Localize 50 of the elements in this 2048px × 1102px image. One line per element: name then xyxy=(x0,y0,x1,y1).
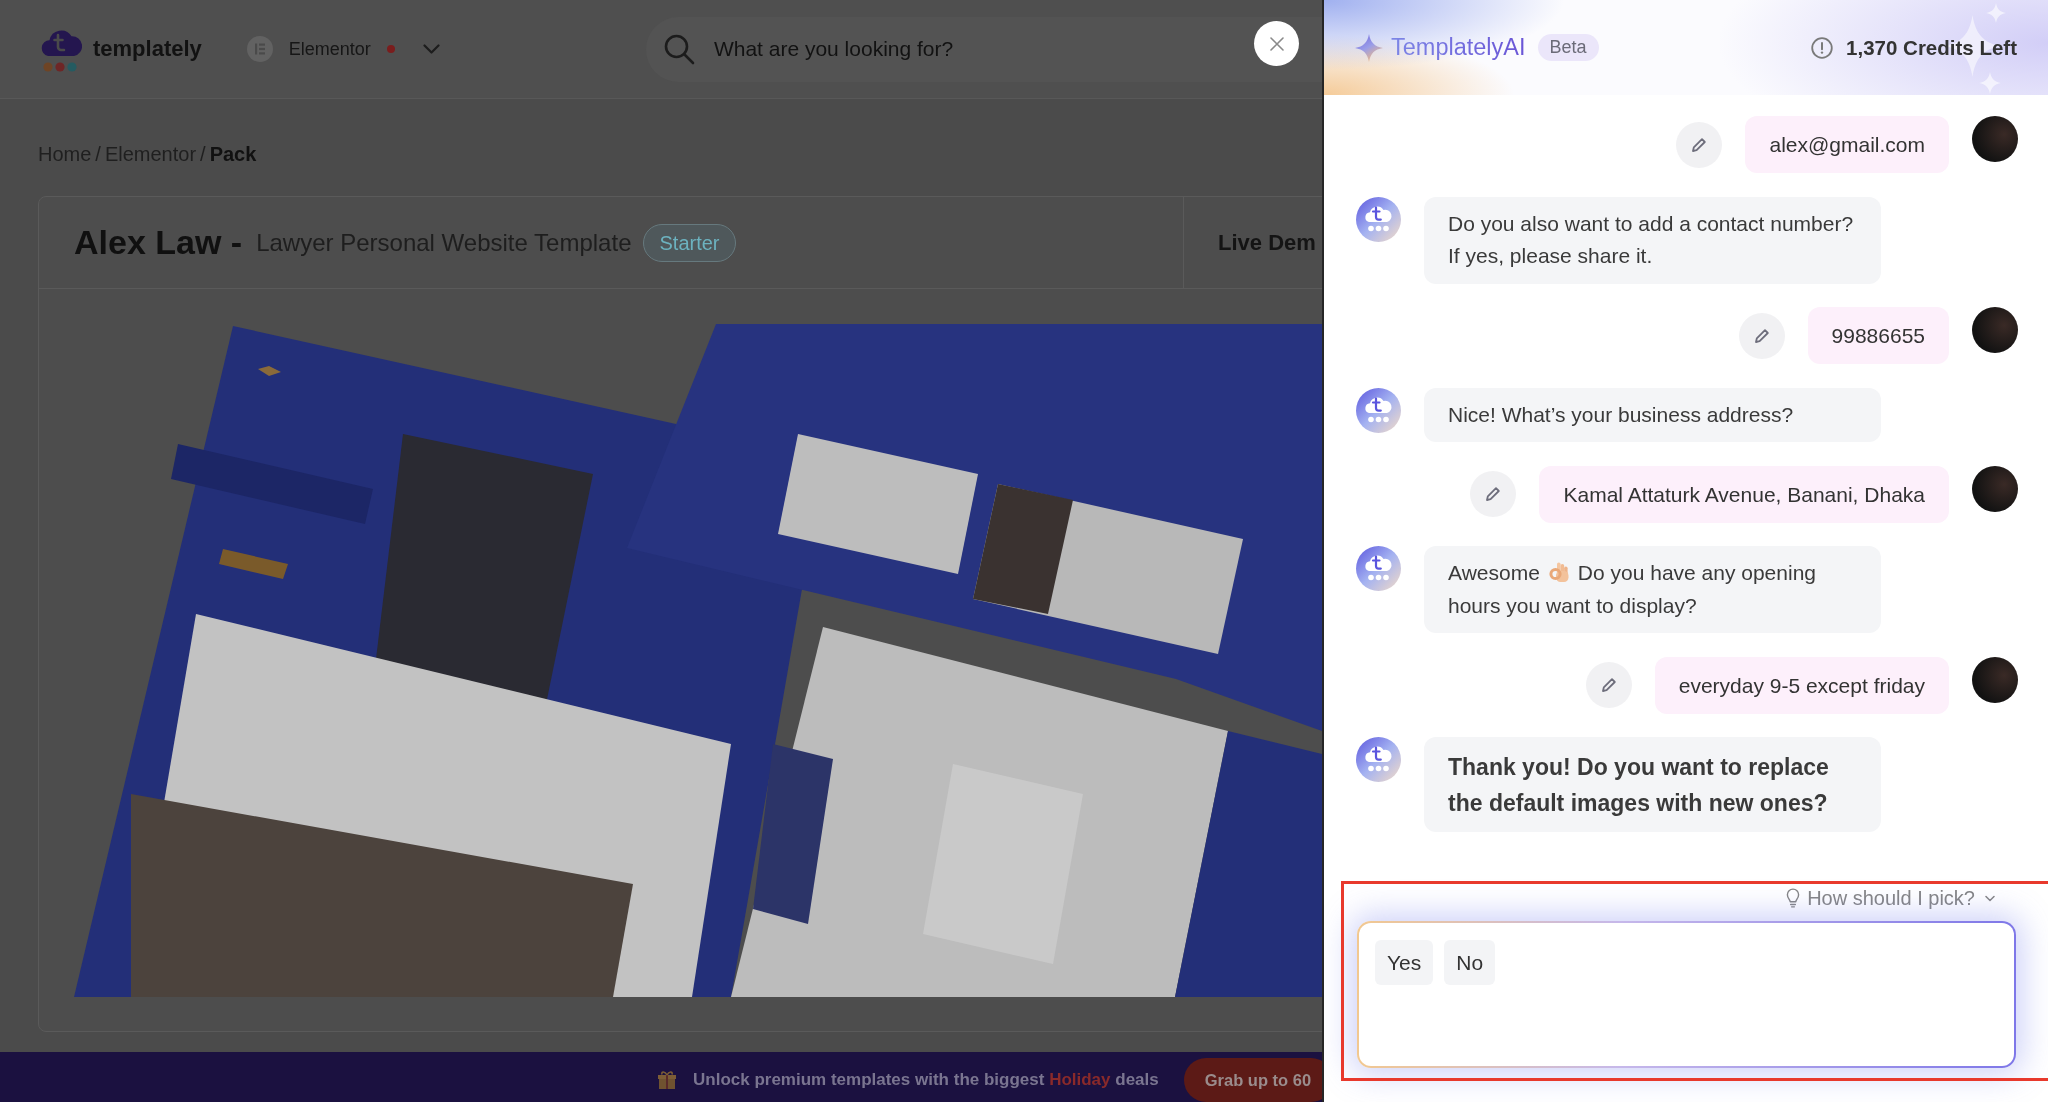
ok-hand-icon xyxy=(1547,560,1570,584)
pencil-icon xyxy=(1752,326,1771,345)
promo-button[interactable]: Grab up to 60 xyxy=(1183,1058,1322,1102)
avatar-photo-placeholder xyxy=(1972,116,2018,162)
edit-button[interactable] xyxy=(1470,471,1517,517)
status-dot-icon xyxy=(386,45,395,53)
user-message-bubble: alex@gmail.com xyxy=(1745,116,1949,173)
avatar-photo-placeholder xyxy=(1972,656,2018,703)
user-message-bubble: 99886655 xyxy=(1807,307,1949,364)
bot-avatar-icon xyxy=(1356,737,1401,782)
brand-name: templately xyxy=(93,36,202,62)
gift-icon xyxy=(657,1070,677,1090)
platform-dropdown[interactable]: Elementor xyxy=(246,36,440,62)
message-text: Thank you! Do you want to replace the default images with new ones? xyxy=(1448,752,1830,818)
user-message-bubble: everyday 9-5 except friday xyxy=(1654,656,1949,714)
chevron-down-icon xyxy=(422,43,440,55)
avatar-photo-placeholder xyxy=(1972,307,2018,353)
close-icon xyxy=(1268,35,1285,52)
exclamation-circle-icon xyxy=(1811,36,1834,59)
hint-dropdown[interactable]: How should I pick? xyxy=(1786,886,1995,910)
message-text: Awesome Do you have any opening hours you want to display? xyxy=(1448,559,1817,619)
breadcrumb-separator: / xyxy=(200,142,206,166)
live-demo-link[interactable]: Live Dem xyxy=(1218,229,1316,256)
edit-button[interactable] xyxy=(1585,662,1632,708)
bot-avatar-icon xyxy=(1356,196,1401,242)
search-field[interactable]: What are you looking for? xyxy=(645,16,1322,82)
assistant-title: TemplatelyAI xyxy=(1391,34,1526,61)
quick-reply-button[interactable]: Yes xyxy=(1375,940,1434,985)
credits-text: 1,370 Credits Left xyxy=(1846,35,2017,60)
breadcrumb-separator: / xyxy=(95,142,101,166)
platform-icon xyxy=(246,36,273,62)
bot-avatar-icon xyxy=(1356,546,1401,591)
breadcrumb-current: Pack xyxy=(209,142,257,166)
plan-badge: Starter xyxy=(643,223,736,262)
user-message-bubble: Kamal Attaturk Avenue, Banani, Dhaka xyxy=(1539,465,1949,523)
message-text: Nice! What’s your business address? xyxy=(1448,401,1795,428)
message-input-field[interactable]: Yes No xyxy=(1357,921,2016,1068)
chevron-down-icon xyxy=(1985,894,1995,902)
search-icon xyxy=(662,33,695,65)
template-title: Alex Law - xyxy=(74,223,243,262)
message-text: Do you also want to add a contact number? If yes, please share it. xyxy=(1448,210,1855,269)
pencil-icon xyxy=(1599,676,1618,694)
search-input[interactable]: What are you looking for? xyxy=(713,37,1234,61)
promo-text: Unlock premium templates with the biggest Holiday deals xyxy=(693,1070,1159,1090)
sparkle-icon xyxy=(1355,33,1383,62)
bot-avatar-icon xyxy=(1356,387,1401,433)
quick-reply-button[interactable]: No xyxy=(1444,940,1496,985)
avatar-photo-placeholder xyxy=(1972,465,2018,512)
beta-badge: Beta xyxy=(1537,34,1599,61)
lightbulb-icon xyxy=(1786,888,1801,908)
